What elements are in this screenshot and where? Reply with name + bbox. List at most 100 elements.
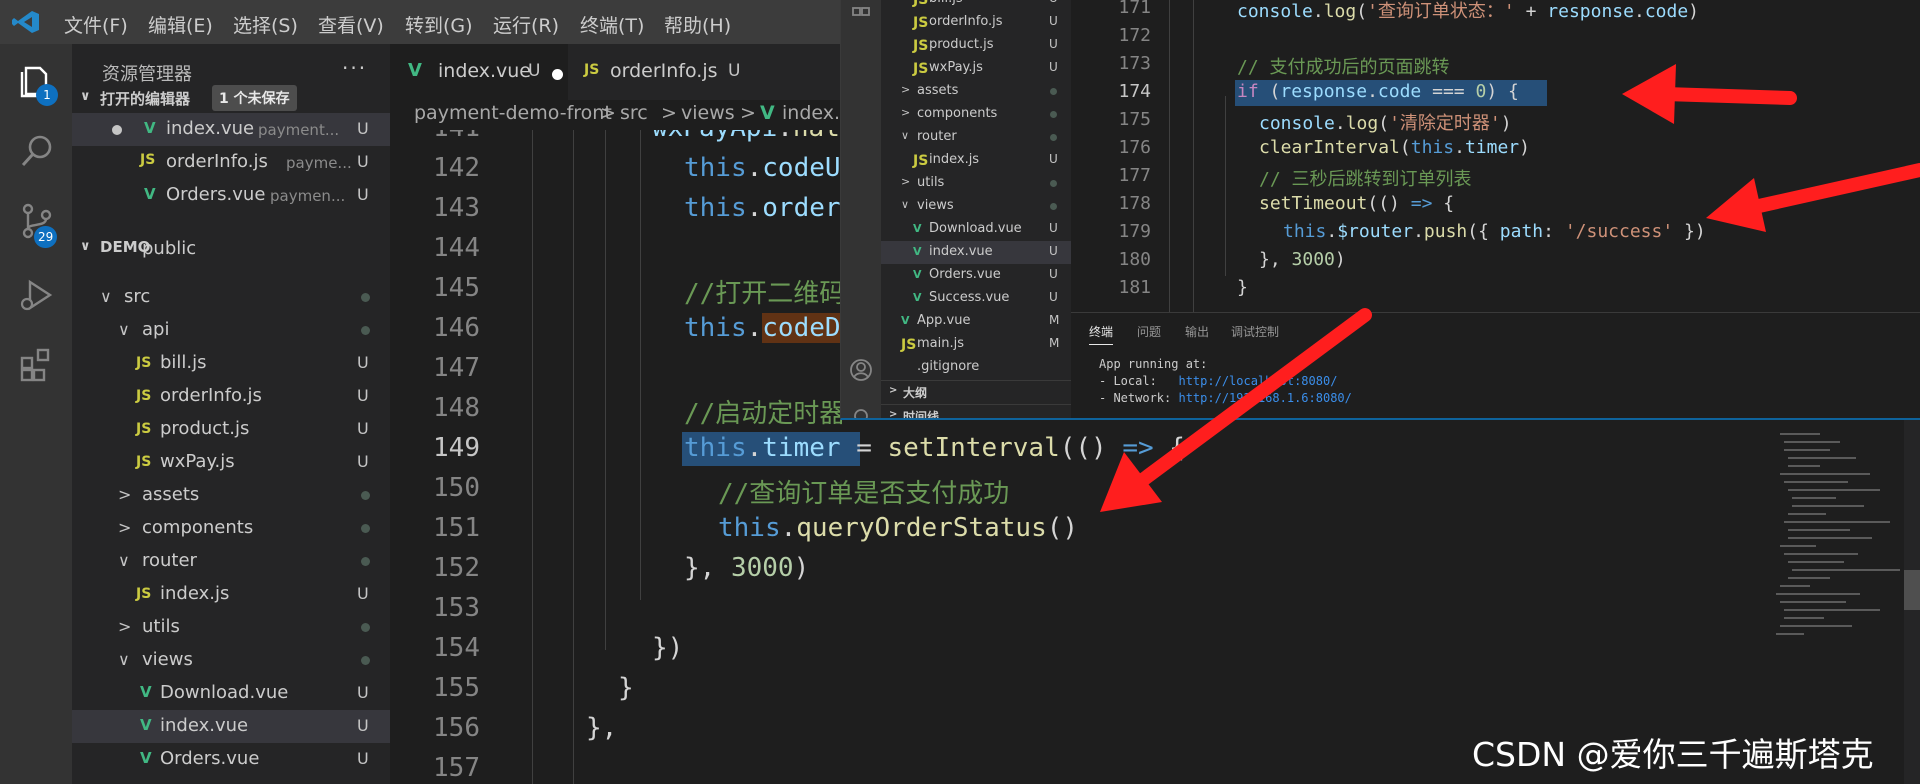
tree-item[interactable]: ∨ views: [881, 195, 1071, 218]
settings-gear-icon[interactable]: [849, 404, 873, 420]
overlay-code-editor[interactable]: 171 172 173 174 175 176 177 178 179 180 181 consol…: [1071, 0, 1920, 312]
vue-file-icon: V: [901, 314, 910, 327]
tree-item[interactable]: JS orderInfo.js U: [881, 11, 1071, 34]
panel-tab-terminal[interactable]: 终端: [1089, 323, 1114, 345]
indent-guide: [605, 130, 606, 650]
line-number: 156: [433, 713, 480, 743]
tree-item[interactable]: V Orders.vue U: [881, 264, 1071, 287]
tree-item[interactable]: JS orderInfo.js U: [72, 380, 390, 413]
ov-code-line-171: console.log('查询订单状态：' + response.code): [1237, 1, 1700, 22]
tree-item[interactable]: .gitignore: [881, 356, 1071, 379]
open-editor-item[interactable]: JS orderInfo.js payme... U: [72, 146, 390, 179]
menu-file[interactable]: 文件(F): [64, 11, 128, 38]
open-editor-item[interactable]: V index.vue payment... U: [72, 113, 390, 146]
tree-item[interactable]: > assets: [72, 479, 390, 512]
tree-item[interactable]: > utils: [881, 172, 1071, 195]
tree-item[interactable]: > utils: [72, 611, 390, 644]
modified-dot-icon: [361, 326, 370, 335]
terminal-line: - Network: http://192.168.1.6:8080/: [1099, 391, 1352, 405]
run-debug-icon[interactable]: [18, 276, 56, 314]
tree-item[interactable]: ∨ src: [72, 281, 390, 314]
open-editor-item[interactable]: V Orders.vue paymen... U: [72, 179, 390, 212]
file-name: bill.js: [929, 0, 963, 6]
scm-badge: 29: [34, 226, 58, 248]
line-number: 148: [433, 393, 480, 423]
tree-item[interactable]: V Orders.vue U: [72, 743, 390, 776]
tree-item[interactable]: V Download.vue U: [72, 677, 390, 710]
tree-item[interactable]: V App.vue M: [881, 310, 1071, 333]
tree-item[interactable]: JS product.js U: [881, 34, 1071, 57]
unsaved-dot-icon[interactable]: [112, 125, 122, 135]
file-path-desc: paymen...: [270, 187, 346, 205]
line-number: 152: [433, 553, 480, 583]
extensions-icon[interactable]: [18, 344, 56, 382]
unsaved-dot-icon[interactable]: [552, 69, 563, 80]
panel-tab-debug-console[interactable]: 调试控制: [1231, 323, 1279, 340]
open-editors-header[interactable]: ∨ 打开的编辑器 1 个未保存: [72, 82, 390, 112]
file-status: U: [1049, 37, 1058, 51]
file-name: wxPay.js: [160, 451, 235, 472]
chevron-right-icon: >: [901, 106, 911, 119]
vue-file-icon: V: [913, 291, 922, 304]
tree-item[interactable]: JSbill.jsU: [72, 347, 390, 380]
line-number: 144: [433, 233, 480, 263]
account-icon[interactable]: [849, 358, 873, 382]
tree-item[interactable]: > components: [881, 103, 1071, 126]
tree-item[interactable]: JS wxPay.js U: [72, 446, 390, 479]
timeline-section[interactable]: > 时间线: [881, 404, 1071, 418]
modified-dot-icon: [361, 293, 370, 302]
breadcrumb-item[interactable]: views: [681, 102, 735, 124]
more-actions-icon[interactable]: ···: [342, 56, 367, 80]
search-icon[interactable]: [18, 132, 56, 170]
extensions-icon[interactable]: [851, 2, 873, 22]
breadcrumb-item[interactable]: payment-demo-front: [414, 102, 612, 124]
menu-terminal[interactable]: 终端(T): [580, 11, 644, 38]
js-file-icon: JS: [901, 337, 917, 353]
tree-item[interactable]: Vindex.vue U: [881, 241, 1071, 264]
tree-item[interactable]: JS wxPay.js U: [881, 57, 1071, 80]
line-number: 171: [1118, 0, 1151, 18]
panel-tab-problems[interactable]: 问题: [1137, 323, 1161, 340]
tree-item[interactable]: ∨ views: [72, 644, 390, 677]
chevron-right-icon: >: [118, 485, 132, 504]
tree-item[interactable]: JS main.js M: [881, 333, 1071, 356]
menu-edit[interactable]: 编辑(E): [148, 11, 213, 38]
tab-label: index.vue: [438, 60, 531, 82]
tree-item[interactable]: ∨ api: [72, 314, 390, 347]
chevron-down-icon: ∨: [118, 650, 130, 669]
tab-orderinfo-js[interactable]: JS orderInfo.js U: [570, 44, 770, 100]
tree-item[interactable]: Vindex.vue U: [72, 710, 390, 743]
tree-item[interactable]: ∨ router: [72, 545, 390, 578]
tree-item[interactable]: JS product.js U: [72, 413, 390, 446]
menu-selection[interactable]: 选择(S): [233, 11, 298, 38]
js-file-icon: JS: [913, 38, 929, 54]
tree-item[interactable]: ∨ router: [881, 126, 1071, 149]
network-url-link[interactable]: http://192.168.1.6:8080/: [1178, 391, 1351, 405]
tree-item[interactable]: public: [72, 238, 390, 281]
local-url-link[interactable]: http://localhost:8080/: [1178, 374, 1337, 388]
js-file-icon: JS: [913, 61, 929, 77]
breadcrumb-separator: >: [740, 102, 756, 124]
tree-item[interactable]: JSbill.jsU: [881, 0, 1071, 11]
panel-tab-output[interactable]: 输出: [1185, 323, 1209, 340]
tree-item[interactable]: V Download.vue U: [881, 218, 1071, 241]
tree-item[interactable]: V Success.vue U: [881, 287, 1071, 310]
file-status: U: [1049, 152, 1058, 166]
modified-dot-icon: [1050, 134, 1057, 141]
tree-item[interactable]: JS index.js U: [72, 578, 390, 611]
vue-file-icon: V: [140, 716, 152, 734]
breadcrumb-item[interactable]: src: [620, 102, 648, 124]
tab-index-vue[interactable]: V index.vue U: [390, 44, 568, 100]
tree-item[interactable]: JS index.js U: [881, 149, 1071, 172]
menu-view[interactable]: 查看(V): [318, 11, 384, 38]
tree-item[interactable]: > assets: [881, 80, 1071, 103]
menu-run[interactable]: 运行(R): [493, 11, 559, 38]
indent-guide: [1225, 96, 1226, 276]
menu-goto[interactable]: 转到(G): [405, 11, 473, 38]
tree-item[interactable]: > components: [72, 512, 390, 545]
menu-help[interactable]: 帮助(H): [664, 11, 731, 38]
file-status: U: [1049, 244, 1058, 258]
explorer-badge: 1: [36, 84, 58, 106]
outline-label: 大纲: [903, 386, 928, 400]
outline-section[interactable]: > 大纲: [881, 380, 1071, 402]
